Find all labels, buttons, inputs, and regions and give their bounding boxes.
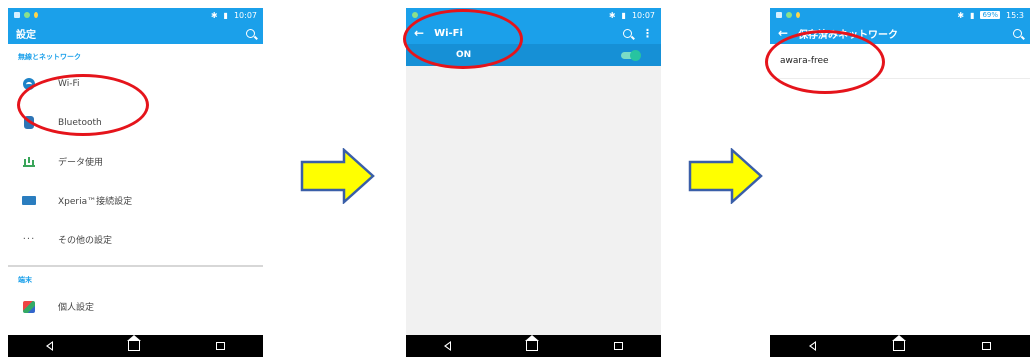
xperia-connect-icon	[22, 196, 36, 205]
settings-item-personal[interactable]: 個人設定	[8, 287, 263, 326]
search-icon[interactable]	[1013, 28, 1022, 38]
notification-icon	[14, 12, 20, 18]
settings-item-more[interactable]: ··· その他の設定	[8, 220, 263, 259]
settings-item-data-usage[interactable]: データ使用	[8, 142, 263, 181]
signal-icon: ▮	[970, 10, 975, 20]
app-icon	[796, 12, 800, 18]
navigation-bar	[770, 335, 1030, 357]
nav-back-icon[interactable]	[808, 341, 816, 351]
notification-icon	[776, 12, 782, 18]
app-icon	[34, 12, 38, 18]
settings-item-xperia-connect[interactable]: Xperia™接続設定	[8, 181, 263, 220]
nav-home-icon[interactable]	[127, 335, 142, 351]
app-icon	[24, 12, 30, 18]
status-time: 10:07	[233, 10, 257, 20]
navigation-bar	[8, 335, 263, 357]
highlight-ring-wifi-toggle	[403, 9, 523, 69]
highlight-ring-wifi-item	[17, 74, 149, 136]
nav-recent-icon[interactable]	[982, 342, 992, 350]
nav-back-icon[interactable]	[45, 341, 53, 351]
nav-home-icon[interactable]	[525, 335, 540, 351]
status-bar: ✱ ▮ 69% 15:3	[770, 8, 1030, 22]
settings-item-label: 個人設定	[58, 303, 95, 313]
section-header-wireless: 無線とネットワーク	[18, 53, 81, 61]
app-icon	[412, 12, 418, 18]
bluetooth-status-icon: ✱	[957, 10, 965, 20]
bluetooth-status-icon: ✱	[608, 10, 616, 20]
status-bar: ✱ ▮ 10:07	[8, 8, 263, 22]
battery-level: 69%	[980, 11, 1001, 19]
bluetooth-status-icon: ✱	[210, 10, 218, 20]
overflow-menu-icon[interactable]: ⋮	[642, 28, 653, 39]
signal-icon: ▮	[621, 10, 626, 20]
status-time: 10:07	[631, 10, 655, 20]
arrow-right-icon	[300, 148, 375, 204]
status-time: 15:3	[1006, 10, 1024, 20]
app-bar: 設定	[8, 22, 263, 44]
data-usage-icon	[23, 157, 35, 167]
settings-item-label: データ使用	[58, 158, 104, 168]
page-title: 設定	[16, 29, 36, 41]
settings-item-label: Xperia™接続設定	[58, 197, 133, 207]
nav-recent-icon[interactable]	[216, 342, 226, 350]
section-header-device: 端末	[18, 276, 32, 284]
navigation-bar	[406, 335, 661, 357]
nav-recent-icon[interactable]	[614, 342, 624, 350]
nav-back-icon[interactable]	[443, 341, 451, 351]
phone-settings-screen: ✱ ▮ 10:07 設定 無線とネットワーク Wi-Fi Bluetooth データ…	[8, 8, 263, 357]
app-icon	[786, 12, 792, 18]
personal-icon	[23, 300, 35, 313]
search-icon[interactable]	[246, 28, 255, 38]
arrow-right-icon	[688, 148, 763, 204]
nav-home-icon[interactable]	[891, 335, 906, 351]
search-icon[interactable]	[623, 28, 632, 38]
more-icon: ···	[22, 234, 36, 245]
signal-icon: ▮	[223, 10, 228, 20]
settings-item-label: その他の設定	[58, 236, 113, 246]
wifi-toggle-switch[interactable]	[621, 49, 641, 61]
highlight-ring-saved-network	[765, 30, 885, 94]
wifi-network-list	[406, 66, 661, 335]
